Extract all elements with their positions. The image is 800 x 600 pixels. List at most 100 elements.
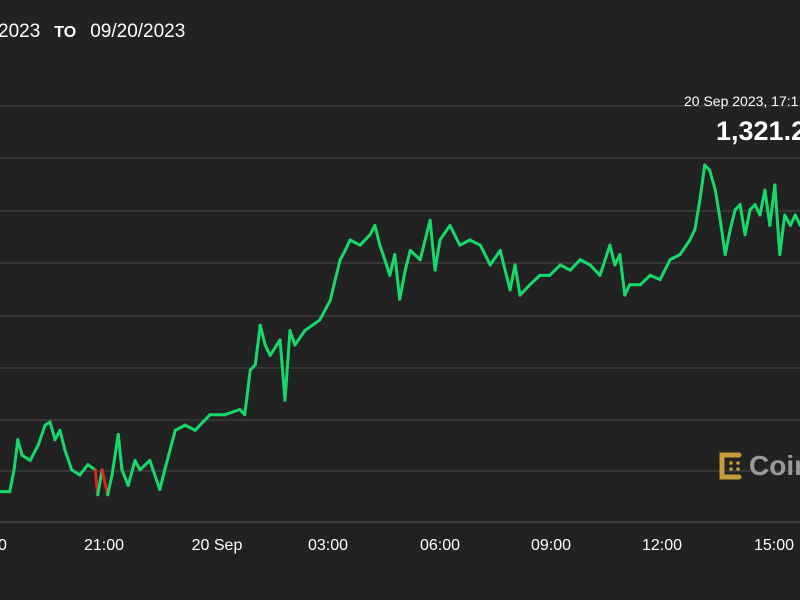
data-point [107,494,109,496]
data-point [284,399,286,401]
data-point [764,189,766,191]
line-segment [398,268,407,301]
price-chart[interactable]: 00 21:00 20 Sep 03:00 06:00 09:00 12:00 15:00 [0,0,800,600]
data-point [719,219,721,221]
data-point [279,339,281,341]
line-segment [438,223,452,242]
line-segment [598,243,612,277]
data-point [384,259,386,261]
data-point [224,414,226,416]
data-point [9,491,11,493]
data-point [659,279,661,281]
coindesk-watermark: Coin [717,450,800,482]
data-point [399,298,401,300]
data-point [649,274,651,276]
data-point [669,259,671,261]
line-segment [773,183,782,257]
data-point [94,469,96,471]
data-point [409,249,411,251]
line-segment [183,423,197,432]
data-point [769,224,771,226]
data-point [209,414,211,416]
line-segment [568,258,582,272]
x-tick-label: 00 [0,537,7,554]
data-point [789,224,791,226]
line-segment [343,238,352,252]
data-point [389,274,391,276]
line-segment [133,458,142,472]
data-point [729,229,731,231]
line-segment [268,338,282,357]
data-point [44,424,46,426]
data-point [379,244,381,246]
data-point [249,369,251,371]
data-point [509,289,511,291]
data-point [709,169,711,171]
line-segment [78,463,90,477]
line-segment [138,458,152,472]
line-segment [578,258,592,267]
data-point [289,329,291,331]
x-tick-label: 20 Sep [192,537,243,554]
data-point [589,264,591,266]
line-segment [163,428,177,472]
line-segment [458,238,472,247]
data-point [329,299,331,301]
data-point [264,344,266,346]
data-point [359,244,361,246]
data-point [149,459,151,461]
line-segment [648,273,662,282]
data-point [194,429,196,431]
line-segment [100,468,110,497]
x-tick-label: 09:00 [531,537,571,554]
line-segment [283,328,292,402]
x-axis: 00 21:00 20 Sep 03:00 06:00 09:00 12:00 15:00 [0,537,794,554]
data-point [87,464,89,466]
data-point [59,429,61,431]
data-point [339,259,341,261]
line-segment [723,228,732,257]
line-segment [668,253,682,262]
line-segment [106,473,114,497]
data-point [479,244,481,246]
line-segment [518,283,532,297]
data-point [101,469,103,471]
data-point [609,244,611,246]
data-point [13,469,15,471]
data-point [111,474,113,476]
data-point [254,364,256,366]
data-point [559,264,561,266]
data-point [699,199,701,201]
line-segment [638,273,652,287]
line-segment [778,213,787,257]
data-point [349,239,351,241]
data-point [174,429,176,431]
data-point [394,254,396,256]
data-point [344,249,346,251]
data-point [434,269,436,271]
line-segment [558,263,572,272]
data-point [97,494,99,496]
line-segment [120,468,130,487]
line-segment [793,213,800,227]
data-point [49,421,51,423]
line-segment [478,243,492,267]
watermark-text: Coin [749,450,800,481]
data-point [21,454,23,456]
line-segment [116,432,124,472]
line-segment [718,218,727,257]
data-point [629,284,631,286]
line-segment [8,468,16,494]
data-point [449,224,451,226]
x-tick-label: 21:00 [84,537,124,554]
data-point [779,254,781,256]
data-point [71,469,73,471]
data-point [514,264,516,266]
data-point [569,269,571,271]
line-segment [193,413,212,432]
line-segment [393,253,402,301]
data-point [529,284,531,286]
data-point [499,249,501,251]
line-segment [513,263,522,297]
line-segment [688,228,697,242]
